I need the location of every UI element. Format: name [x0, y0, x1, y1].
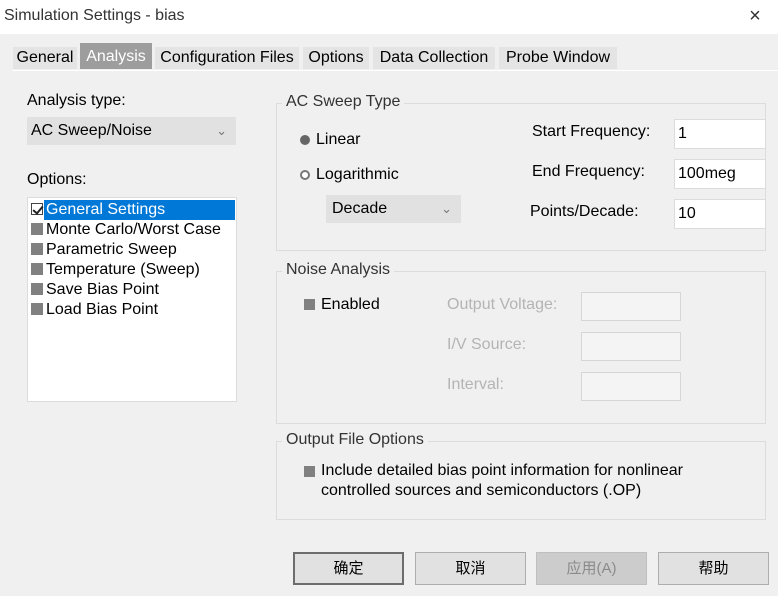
close-icon[interactable]: ×	[744, 4, 766, 28]
list-item-general-settings[interactable]: General Settings	[28, 200, 235, 220]
output-file-title: Output File Options	[282, 431, 428, 449]
bias-point-label-line1[interactable]: Include detailed bias point information …	[321, 462, 683, 480]
radio-logarithmic[interactable]	[300, 170, 310, 180]
analysis-type-select[interactable]: AC Sweep/Noise ⌄	[27, 117, 236, 145]
bias-point-label-line2[interactable]: controlled sources and semiconductors (.…	[321, 482, 641, 500]
log-unit-select[interactable]: Decade ⌄	[326, 195, 461, 223]
tab-data-collection[interactable]: Data Collection	[372, 46, 496, 70]
list-item-parametric-sweep[interactable]: Parametric Sweep	[30, 240, 236, 260]
analysis-type-label: Analysis type:	[27, 92, 126, 109]
bias-point-checkbox[interactable]	[304, 466, 315, 477]
noise-analysis-title: Noise Analysis	[282, 261, 395, 279]
options-list[interactable]: General Settings Monte Carlo/Worst Case …	[27, 197, 237, 402]
ok-button[interactable]: 确定	[293, 552, 404, 585]
tab-analysis[interactable]: Analysis	[79, 42, 153, 70]
cancel-button[interactable]: 取消	[415, 552, 526, 585]
tab-options[interactable]: Options	[302, 46, 370, 70]
start-frequency-input[interactable]: 1	[674, 119, 766, 149]
points-per-decade-label: Points/Decade:	[530, 203, 639, 220]
end-frequency-label: End Frequency:	[532, 163, 645, 180]
interval-input[interactable]	[581, 372, 681, 401]
checkmark-icon	[31, 203, 43, 215]
checkbox-icon	[31, 283, 43, 295]
log-unit-value: Decade	[332, 200, 388, 217]
chevron-down-icon: ⌄	[216, 123, 227, 138]
iv-source-label: I/V Source:	[447, 336, 527, 353]
list-item-monte-carlo[interactable]: Monte Carlo/Worst Case	[30, 220, 236, 240]
linear-label[interactable]: Linear	[316, 131, 360, 149]
tab-general[interactable]: General	[12, 46, 78, 70]
ac-sweep-title: AC Sweep Type	[282, 93, 405, 111]
interval-label: Interval:	[447, 376, 504, 393]
checkbox-icon	[31, 223, 43, 235]
checkbox-icon	[31, 303, 43, 315]
points-per-decade-input[interactable]: 10	[674, 199, 766, 229]
output-file-group	[276, 441, 766, 520]
output-voltage-input[interactable]	[581, 292, 681, 321]
radio-linear[interactable]	[300, 135, 310, 145]
noise-enabled-label[interactable]: Enabled	[321, 296, 380, 314]
noise-enabled-checkbox[interactable]	[304, 299, 315, 310]
output-voltage-label: Output Voltage:	[447, 296, 558, 313]
tab-probe-window[interactable]: Probe Window	[498, 46, 618, 70]
checkbox-icon	[31, 243, 43, 255]
list-item-save-bias-point[interactable]: Save Bias Point	[30, 280, 236, 300]
help-button[interactable]: 帮助	[658, 552, 769, 585]
tab-configuration-files[interactable]: Configuration Files	[154, 46, 300, 70]
list-item-temperature-sweep[interactable]: Temperature (Sweep)	[30, 260, 236, 280]
list-item-load-bias-point[interactable]: Load Bias Point	[30, 300, 236, 320]
options-label: Options:	[27, 171, 87, 188]
checkbox-icon	[31, 263, 43, 275]
start-frequency-label: Start Frequency:	[532, 123, 651, 140]
end-frequency-input[interactable]: 100meg	[674, 159, 766, 189]
analysis-type-value: AC Sweep/Noise	[31, 122, 152, 139]
chevron-down-icon: ⌄	[441, 201, 452, 216]
logarithmic-label[interactable]: Logarithmic	[316, 166, 399, 184]
iv-source-input[interactable]	[581, 332, 681, 361]
apply-button[interactable]: 应用(A)	[536, 552, 647, 585]
window-title: Simulation Settings - bias	[4, 7, 185, 24]
